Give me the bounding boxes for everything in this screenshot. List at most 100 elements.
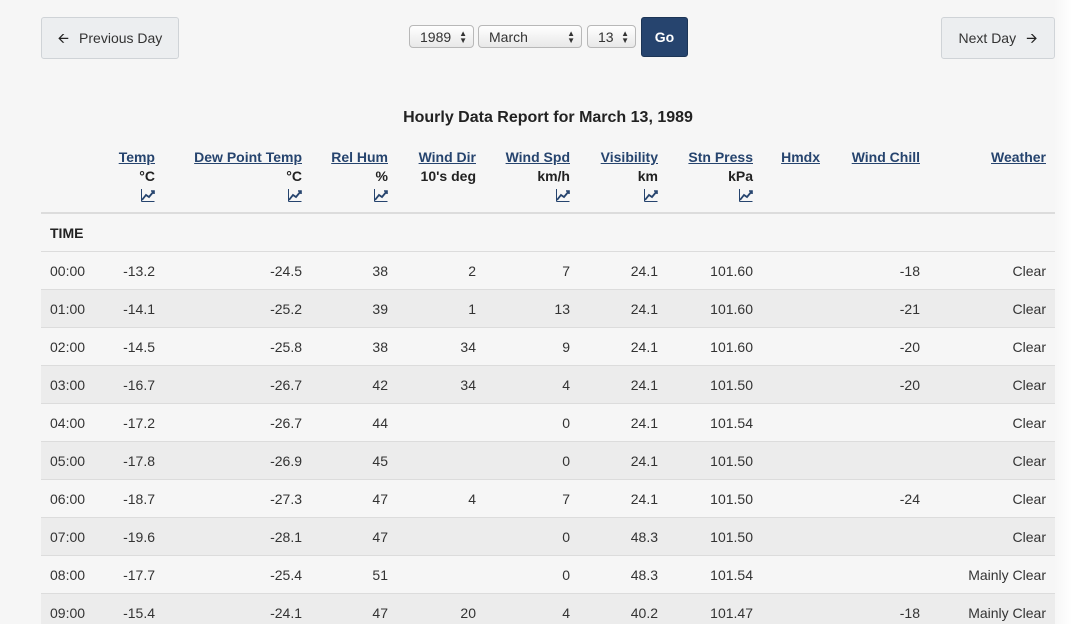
cell-wspd: 0: [562, 529, 570, 545]
cell-press: 101.54: [710, 567, 753, 583]
table-row: 02:00 -14.5 -25.8 38 34 9 24.1 101.60 -20 Clear: [41, 328, 1055, 366]
cell-dew: -25.2: [270, 301, 302, 317]
cell-time: 02:00: [50, 339, 86, 355]
month-value: March: [489, 28, 528, 45]
cell-press: 101.60: [710, 263, 753, 279]
cell-wdir: 34: [460, 339, 476, 355]
month-select[interactable]: March ▲ ▼: [478, 25, 582, 48]
cell-wspd: 7: [562, 263, 570, 279]
year-select[interactable]: 1989 ▲ ▼: [409, 25, 474, 48]
cell-hum: 39: [372, 301, 388, 317]
cell-temp: -19.6: [123, 529, 155, 545]
cell-wspd: 9: [562, 339, 570, 355]
cell-wdir: 34: [460, 377, 476, 393]
cell-weather: Clear: [1012, 529, 1046, 545]
cell-dew: -24.1: [270, 605, 302, 621]
column-sort-link-dew[interactable]: Dew Point Temp: [194, 148, 302, 167]
hourly-data-table: Temp °C Dew Point Temp °C Rel Hum% Wind Dir 10…: [41, 146, 1055, 624]
day-select[interactable]: 13 ▲ ▼: [587, 25, 636, 48]
cell-press: 101.60: [710, 301, 753, 317]
go-button[interactable]: Go: [641, 17, 688, 57]
next-day-label: Next Day: [958, 30, 1017, 46]
column-header-wspd: Wind Spd km/h: [506, 148, 570, 207]
column-sort-link-weather[interactable]: Weather: [991, 148, 1046, 167]
line-chart-icon[interactable]: [141, 188, 155, 202]
line-chart-icon[interactable]: [288, 188, 302, 202]
cell-weather: Clear: [1012, 453, 1046, 469]
column-sort-link-press[interactable]: Stn Press: [688, 148, 753, 167]
column-header-hum: Rel Hum%: [331, 148, 388, 207]
table-header: Temp °C Dew Point Temp °C Rel Hum% Wind Dir 10…: [41, 146, 1055, 214]
line-chart-icon[interactable]: [556, 188, 570, 202]
cell-hum: 38: [372, 263, 388, 279]
cell-weather: Clear: [1012, 263, 1046, 279]
cell-vis: 24.1: [630, 453, 658, 469]
cell-chill: -21: [899, 301, 920, 317]
day-value: 13: [598, 28, 614, 45]
cell-time: 03:00: [50, 377, 86, 393]
cell-vis: 24.1: [630, 377, 658, 393]
cell-wspd: 13: [554, 301, 570, 317]
cell-chill: -24: [899, 491, 920, 507]
cell-dew: -25.8: [270, 339, 302, 355]
cell-time: 01:00: [50, 301, 86, 317]
previous-day-button[interactable]: 🡨 Previous Day: [41, 17, 179, 59]
table-row: 00:00 -13.2 -24.5 38 2 7 24.1 101.60 -18 Clear: [41, 252, 1055, 290]
cell-wspd: 0: [562, 567, 570, 583]
cell-dew: -26.7: [270, 415, 302, 431]
cell-hum: 42: [372, 377, 388, 393]
cell-temp: -17.2: [123, 415, 155, 431]
column-sort-link-temp[interactable]: Temp: [119, 148, 155, 167]
line-chart-icon[interactable]: [374, 188, 388, 202]
cell-time: 04:00: [50, 415, 86, 431]
cell-wdir: 20: [460, 605, 476, 621]
cell-temp: -16.7: [123, 377, 155, 393]
column-header-weather: Weather: [991, 148, 1046, 167]
cell-hum: 47: [372, 491, 388, 507]
column-sort-link-hmdx[interactable]: Hmdx: [781, 148, 820, 167]
table-row: 07:00 -19.6 -28.1 47 0 48.3 101.50 Clear: [41, 518, 1055, 556]
cell-temp: -13.2: [123, 263, 155, 279]
cell-time: 07:00: [50, 529, 86, 545]
cell-weather: Mainly Clear: [968, 567, 1046, 583]
line-chart-icon[interactable]: [739, 188, 753, 202]
column-unit-hum: %: [375, 168, 388, 184]
cell-weather: Clear: [1012, 339, 1046, 355]
column-unit-press: kPa: [728, 168, 753, 184]
cell-temp: -17.7: [123, 567, 155, 583]
cell-chill: -20: [899, 377, 920, 393]
column-sort-link-wspd[interactable]: Wind Spd: [506, 148, 570, 167]
updown-arrows-icon: ▲ ▼: [567, 28, 575, 45]
column-sort-link-hum[interactable]: Rel Hum: [331, 148, 388, 167]
column-unit-temp: °C: [139, 168, 155, 184]
next-day-button[interactable]: Next Day 🡪: [941, 17, 1055, 59]
cell-weather: Clear: [1012, 415, 1046, 431]
cell-wspd: 0: [562, 415, 570, 431]
column-header-press: Stn Press kPa: [688, 148, 753, 207]
arrow-right-icon: 🡪: [1026, 30, 1038, 46]
cell-wspd: 4: [562, 377, 570, 393]
column-header-vis: Visibility km: [601, 148, 658, 207]
table-row: 03:00 -16.7 -26.7 42 34 4 24.1 101.50 -20 Clear: [41, 366, 1055, 404]
column-sort-link-wdir[interactable]: Wind Dir: [419, 148, 476, 167]
cell-wdir: 1: [468, 301, 476, 317]
cell-wdir: 4: [468, 491, 476, 507]
column-sort-link-vis[interactable]: Visibility: [601, 148, 658, 167]
line-chart-icon[interactable]: [644, 188, 658, 202]
cell-hum: 45: [372, 453, 388, 469]
cell-vis: 24.1: [630, 415, 658, 431]
cell-temp: -18.7: [123, 491, 155, 507]
cell-vis: 24.1: [630, 339, 658, 355]
cell-dew: -24.5: [270, 263, 302, 279]
column-header-hmdx: Hmdx: [781, 148, 820, 167]
column-sort-link-chill[interactable]: Wind Chill: [852, 148, 920, 167]
cell-hum: 47: [372, 529, 388, 545]
cell-chill: -20: [899, 339, 920, 355]
column-header-chill: Wind Chill: [852, 148, 920, 167]
column-unit-wspd: km/h: [537, 168, 570, 184]
cell-vis: 48.3: [630, 567, 658, 583]
cell-wspd: 0: [562, 453, 570, 469]
column-unit-dew: °C: [286, 168, 302, 184]
cell-press: 101.50: [710, 529, 753, 545]
cell-chill: -18: [899, 605, 920, 621]
